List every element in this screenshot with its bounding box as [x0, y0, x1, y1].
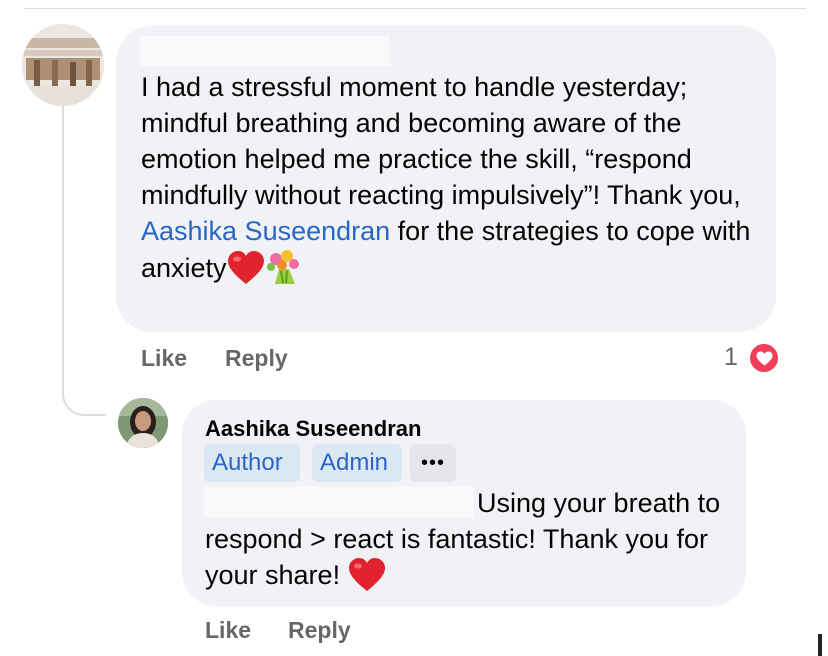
red-heart-icon	[227, 251, 265, 294]
comment-like-button[interactable]: Like	[141, 345, 187, 372]
author-badge[interactable]: Author	[204, 444, 300, 482]
more-options-button[interactable]: •••	[410, 444, 456, 482]
reply-text-body: Using your breath to respond > react is …	[205, 488, 721, 590]
comment-text-before-mention: I had a stressful moment to handle yeste…	[141, 72, 741, 210]
bouquet-icon	[265, 249, 303, 294]
redacted-commenter-name	[140, 36, 390, 66]
reply-like-button[interactable]: Like	[205, 617, 251, 644]
reply-author-name[interactable]: Aashika Suseendran	[205, 416, 421, 442]
comment-reply-button[interactable]: Reply	[225, 345, 288, 372]
thread-connector-curve	[62, 372, 106, 416]
top-divider	[24, 8, 806, 9]
love-reaction-icon[interactable]	[747, 341, 781, 375]
reply-author-avatar[interactable]	[118, 398, 168, 448]
thread-connector-line	[62, 104, 64, 384]
comment-text: I had a stressful moment to handle yeste…	[141, 69, 767, 294]
commenter-avatar[interactable]	[22, 24, 104, 106]
reply-text: Using your breath to respond > react is …	[205, 485, 735, 601]
admin-badge[interactable]: Admin	[312, 444, 402, 482]
reply-author-avatar-image	[118, 398, 168, 448]
reply-reply-button[interactable]: Reply	[288, 617, 351, 644]
commenter-avatar-image	[22, 24, 104, 106]
red-heart-icon	[348, 558, 386, 601]
scrollbar[interactable]	[818, 634, 822, 656]
reaction-count[interactable]: 1	[724, 343, 738, 372]
mention-link[interactable]: Aashika Suseendran	[141, 216, 390, 246]
